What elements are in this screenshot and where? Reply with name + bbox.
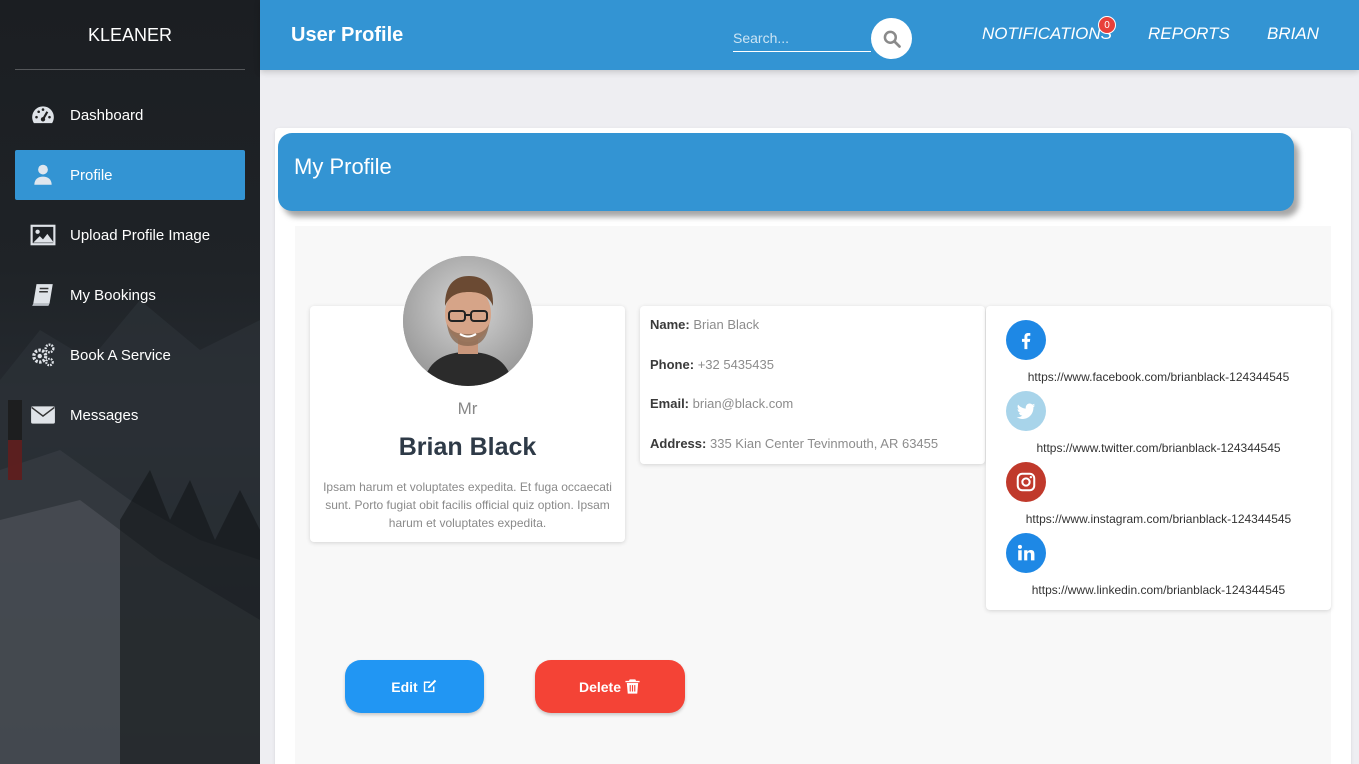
search-icon [883, 30, 901, 48]
sidebar-item-messages[interactable]: Messages [15, 390, 245, 440]
sidebar-item-label: Profile [70, 166, 113, 184]
contact-info-panel: Name: Brian Black Phone: +32 5435435 Ema… [640, 306, 985, 464]
info-row-phone: Phone: +32 5435435 [650, 357, 975, 397]
user-menu-link[interactable]: BRIAN [1267, 0, 1319, 68]
facebook-icon[interactable] [1006, 320, 1046, 360]
top-navbar: User Profile NOTIFICATIONS 0 REPORTS BRI… [260, 0, 1359, 70]
envelope-icon [15, 402, 70, 428]
name-label: Name: [650, 317, 690, 332]
image-icon [15, 222, 70, 248]
search-button[interactable] [871, 18, 912, 59]
address-label: Address: [650, 435, 707, 451]
profile-name: Brian Black [398, 433, 537, 461]
sidebar-item-my-bookings[interactable]: My Bookings [15, 270, 245, 320]
info-row-name: Name: Brian Black [650, 317, 975, 357]
facebook-link[interactable]: https://www.facebook.com/brianblack-1243… [986, 370, 1331, 384]
book-icon [15, 282, 70, 308]
brand-logo-text[interactable]: KLEANER [15, 0, 245, 70]
info-row-address: Address: 335 Kian Center Tevinmouth, AR … [650, 436, 975, 476]
profile-content-area: Mr Brian Black Ipsam harum et voluptates… [295, 226, 1331, 764]
instagram-icon[interactable] [1006, 462, 1046, 502]
edit-icon [423, 679, 436, 693]
profile-card: My Profile Mr Brian Black Ipsam harum et… [275, 128, 1351, 764]
address-value: 335 Kian Center Tevinmouth, AR 63455 [709, 435, 939, 451]
email-value: brian@black.com [692, 396, 794, 411]
dashboard-gauge-icon [15, 102, 70, 128]
notifications-link[interactable]: NOTIFICATIONS [982, 0, 1112, 68]
sidebar-item-label: Upload Profile Image [70, 226, 211, 244]
trash-icon [625, 679, 640, 694]
edit-button-label: Edit [391, 678, 418, 695]
edit-button[interactable]: Edit [345, 660, 484, 713]
avatar [403, 256, 533, 386]
instagram-link[interactable]: https://www.instagram.com/brianblack-124… [986, 512, 1331, 526]
phone-value: +32 5435435 [697, 356, 774, 372]
linkedin-link[interactable]: https://www.linkedin.com/brianblack-1243… [986, 583, 1331, 597]
sidebar-item-upload-profile-image[interactable]: Upload Profile Image [15, 210, 245, 260]
profile-summary-panel: Mr Brian Black Ipsam harum et voluptates… [310, 256, 625, 542]
sidebar-item-profile[interactable]: Profile [15, 150, 245, 200]
linkedin-icon[interactable] [1006, 533, 1046, 573]
delete-button[interactable]: Delete [535, 660, 685, 713]
user-icon [15, 162, 70, 188]
sidebar-item-label: My Bookings [70, 286, 156, 304]
page-title: User Profile [291, 24, 404, 46]
reports-link[interactable]: REPORTS [1148, 0, 1230, 68]
social-links-panel: https://www.facebook.com/brianblack-1243… [986, 306, 1331, 610]
cogs-icon [15, 342, 70, 368]
phone-label: Phone: [650, 356, 695, 372]
sidebar-item-label: Messages [70, 406, 139, 424]
twitter-icon[interactable] [1006, 391, 1046, 431]
card-header-title: My Profile [278, 133, 1294, 211]
sidebar-item-label: Dashboard [70, 106, 144, 124]
sidebar: KLEANER Dashboard Profile Upload Profile… [0, 0, 260, 764]
notification-count-badge: 0 [1098, 16, 1116, 34]
twitter-link[interactable]: https://www.twitter.com/brianblack-12434… [986, 441, 1331, 455]
name-value: Brian Black [693, 317, 760, 332]
profile-honorific: Mr [457, 399, 478, 418]
email-label: Email: [650, 396, 690, 411]
sidebar-nav: Dashboard Profile Upload Profile Image M… [15, 90, 245, 450]
info-row-email: Email: brian@black.com [650, 396, 975, 436]
sidebar-item-label: Book A Service [70, 346, 171, 364]
delete-button-label: Delete [578, 678, 622, 695]
profile-bio: Ipsam harum et voluptates expedita. Et f… [323, 480, 612, 530]
sidebar-item-dashboard[interactable]: Dashboard [15, 90, 245, 140]
search-input[interactable] [733, 24, 871, 52]
sidebar-item-book-a-service[interactable]: Book A Service [15, 330, 245, 380]
